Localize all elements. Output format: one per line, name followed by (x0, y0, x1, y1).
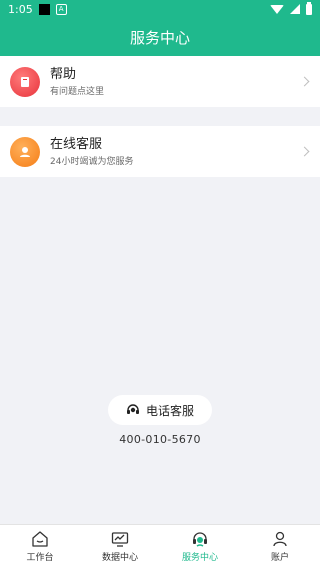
tab-label: 服务中心 (181, 553, 218, 563)
menu-item-subtitle: 24小时竭诚为您服务 (50, 156, 134, 167)
menu-item-title: 在线客服 (50, 136, 103, 152)
chevron-right-icon (299, 76, 310, 87)
status-bar: 1:05 A (0, 0, 320, 18)
contact-section: 电话客服 400-010-5670 (0, 395, 320, 446)
status-time: 1:05 (8, 2, 33, 16)
phone-service-button[interactable]: 电话客服 (108, 395, 212, 425)
tab-account[interactable]: 账户 (240, 530, 320, 563)
wifi-icon (270, 4, 284, 14)
customer-service-person-icon (10, 136, 40, 167)
headset-icon (193, 532, 207, 547)
chart-monitor-icon (111, 532, 129, 547)
help-book-icon (10, 66, 40, 97)
phone-number[interactable]: 400-010-5670 (119, 433, 201, 446)
tab-data-center[interactable]: 数据中心 (80, 530, 160, 563)
headset-icon (126, 404, 139, 414)
tab-workbench[interactable]: 工作台 (0, 530, 80, 563)
bottom-tab-bar: 工作台 数据中心 服务中心 账户 (0, 524, 320, 568)
tab-label: 账户 (270, 553, 289, 563)
user-icon (273, 531, 287, 547)
notification-square-icon (38, 3, 50, 15)
section-divider (0, 107, 320, 126)
menu-item-subtitle: 有问题点这里 (50, 86, 105, 97)
tab-service-center[interactable]: 服务中心 (160, 530, 240, 563)
tab-label: 数据中心 (101, 553, 138, 563)
menu-item-help[interactable]: 帮助 有问题点这里 (0, 56, 320, 107)
signal-icon (290, 4, 300, 14)
battery-icon (306, 1, 312, 15)
page-header: 服务中心 (0, 18, 320, 56)
notification-a-icon: A (55, 3, 67, 15)
page-title: 服务中心 (129, 28, 190, 47)
phone-service-label: 电话客服 (145, 403, 194, 418)
chevron-right-icon (299, 146, 310, 157)
tab-label: 工作台 (26, 553, 54, 563)
menu-item-title: 帮助 (50, 66, 77, 82)
menu-item-online-service[interactable]: 在线客服 24小时竭诚为您服务 (0, 126, 320, 177)
home-icon (32, 531, 48, 547)
